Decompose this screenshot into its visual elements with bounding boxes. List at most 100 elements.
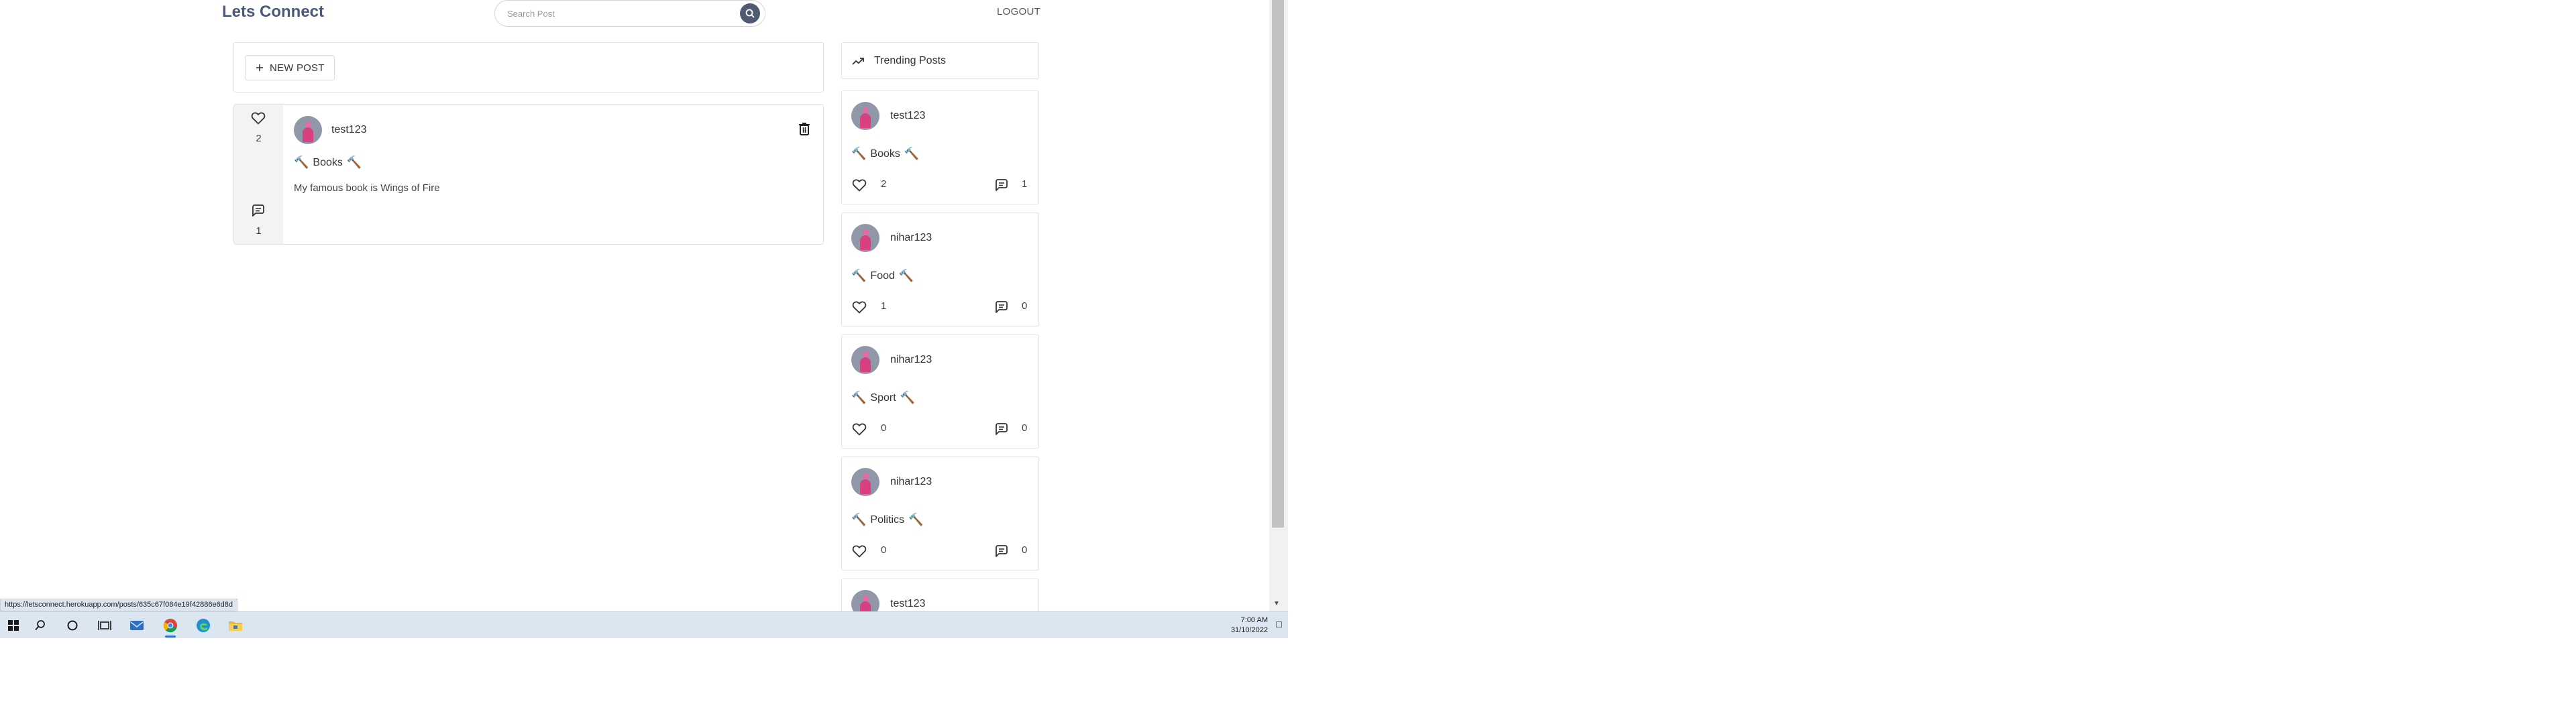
avatar-head (305, 121, 311, 127)
edge-logo-icon (197, 619, 210, 632)
windows-logo-icon (8, 620, 19, 631)
hammer-icon: 🔨 (900, 391, 916, 404)
post-title: 🔨 Books 🔨 (294, 156, 362, 170)
avatar (851, 468, 879, 496)
avatar (851, 346, 879, 374)
clock-time: 7:00 AM (1240, 616, 1268, 624)
heart-icon[interactable] (851, 177, 867, 193)
hammer-icon: 🔨 (851, 269, 867, 282)
mail-icon[interactable] (123, 616, 150, 635)
search-icon (745, 9, 755, 18)
taskbar-clock[interactable]: 7:00 AM 31/10/2022 (1231, 615, 1268, 636)
chrome-logo-icon (163, 619, 177, 633)
trending-title-text: Sport (870, 391, 896, 404)
hammer-icon: 🔨 (904, 147, 920, 160)
avatar-body (303, 127, 313, 142)
chrome-icon[interactable] (157, 616, 184, 638)
hammer-icon: 🔨 (908, 513, 924, 526)
new-post-card: NEW POST (233, 42, 824, 93)
heart-icon[interactable] (851, 543, 867, 559)
trending-card[interactable]: nihar123 🔨 Sport 🔨 0 0 (841, 335, 1039, 448)
comment-icon[interactable] (994, 421, 1010, 437)
trending-username: nihar123 (890, 232, 932, 243)
vote-column: 2 1 (234, 105, 283, 244)
hammer-icon: 🔨 (851, 513, 867, 526)
trending-card[interactable]: test123 🔨 Books 🔨 2 1 (841, 90, 1039, 204)
edge-icon[interactable] (190, 616, 217, 635)
comment-icon[interactable] (994, 299, 1010, 315)
hammer-icon: 🔨 (346, 156, 362, 169)
windows-start-icon[interactable] (0, 616, 27, 635)
hammer-icon: 🔨 (898, 269, 914, 282)
trending-username: test123 (890, 598, 926, 609)
vertical-scrollbar[interactable]: ▼ (1269, 0, 1288, 611)
brand-logo[interactable]: Lets Connect (222, 3, 324, 21)
comment-icon[interactable] (250, 202, 266, 219)
avatar-body (860, 601, 871, 611)
search-button[interactable] (740, 3, 760, 23)
post-username: test123 (331, 124, 367, 135)
trending-card[interactable]: test123 (841, 579, 1039, 611)
cortana-icon[interactable] (59, 616, 86, 635)
avatar-head (863, 229, 869, 235)
trending-post-title: 🔨 Food 🔨 (851, 269, 914, 283)
heart-icon[interactable] (851, 299, 867, 315)
avatar (851, 102, 879, 130)
search-bar (494, 0, 765, 27)
trash-icon[interactable] (798, 121, 811, 136)
hammer-icon: 🔨 (851, 391, 867, 404)
trending-title-text: Food (870, 269, 895, 282)
plus-icon (256, 64, 263, 71)
new-post-button[interactable]: NEW POST (245, 55, 335, 80)
post-card[interactable]: 2 1 test123 🔨 Books 🔨 My famous book is … (233, 104, 824, 245)
like-count: 2 (256, 133, 262, 144)
trending-post-title: 🔨 Politics 🔨 (851, 513, 924, 527)
task-view-icon[interactable] (91, 616, 118, 635)
avatar-body (860, 235, 871, 250)
heart-icon[interactable] (250, 110, 266, 126)
search-icon[interactable] (27, 616, 54, 635)
scroll-down-arrow-icon[interactable]: ▼ (1273, 600, 1280, 607)
comment-count: 1 (256, 225, 262, 237)
like-count: 0 (881, 422, 887, 434)
trending-header: Trending Posts (841, 42, 1039, 79)
trending-title-text: Politics (870, 514, 905, 526)
search-input[interactable] (506, 5, 723, 22)
trending-card[interactable]: nihar123 🔨 Food 🔨 1 0 (841, 213, 1039, 326)
comment-count: 0 (1022, 300, 1028, 312)
avatar (851, 590, 879, 611)
status-url-bar: https://letsconnect.herokuapp.com/posts/… (0, 599, 238, 611)
trending-username: nihar123 (890, 476, 932, 487)
comment-count: 0 (1022, 544, 1028, 556)
logout-button[interactable]: LOGOUT (997, 6, 1040, 17)
screen: Lets Connect LOGOUT NEW POST (0, 0, 2576, 724)
task-view-glyph-icon (98, 621, 111, 630)
hammer-icon: 🔨 (294, 156, 309, 169)
avatar (294, 116, 322, 144)
heart-icon[interactable] (851, 421, 867, 437)
trending-up-icon (852, 58, 864, 65)
trending-username: test123 (890, 110, 926, 121)
circle-icon (67, 620, 78, 631)
comment-icon[interactable] (994, 543, 1010, 559)
post-title-text: Books (313, 156, 343, 168)
avatar-head (863, 473, 869, 479)
scrollbar-thumb[interactable] (1272, 0, 1284, 528)
trending-title: Trending Posts (874, 55, 947, 66)
like-count: 1 (881, 300, 887, 312)
magnifier-icon (35, 620, 45, 631)
avatar-head (863, 595, 869, 601)
new-post-label: NEW POST (270, 62, 325, 74)
trending-title-text: Books (870, 147, 900, 160)
post-body: My famous book is Wings of Fire (294, 182, 440, 194)
browser-viewport: Lets Connect LOGOUT NEW POST (0, 0, 1288, 611)
mail-glyph-icon (130, 621, 144, 630)
trending-card[interactable]: nihar123 🔨 Politics 🔨 0 0 (841, 457, 1039, 570)
notification-icon[interactable]: ☐ (1275, 620, 1283, 629)
comment-count: 1 (1022, 178, 1028, 190)
trending-username: nihar123 (890, 354, 932, 365)
trending-post-title: 🔨 Books 🔨 (851, 147, 919, 161)
comment-count: 0 (1022, 422, 1028, 434)
file-explorer-icon[interactable] (222, 616, 249, 635)
comment-icon[interactable] (994, 177, 1010, 193)
